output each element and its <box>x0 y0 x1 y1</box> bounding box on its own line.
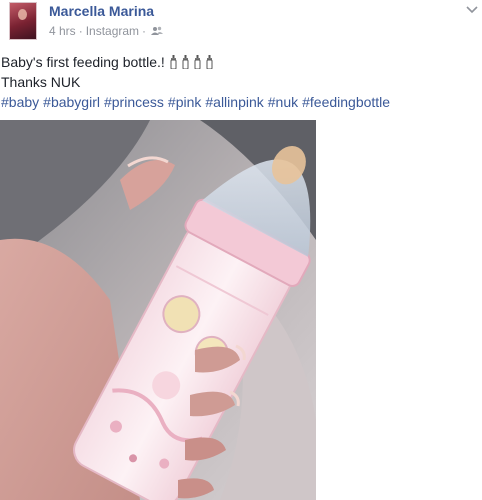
friends-icon[interactable] <box>151 26 164 36</box>
caption-line: Baby's first feeding bottle.! <box>1 52 471 72</box>
caption-thanks: Thanks NUK <box>1 74 81 90</box>
hashtag-link[interactable]: #princess <box>104 94 164 110</box>
post-photo[interactable] <box>0 120 316 500</box>
hashtag-link[interactable]: #baby <box>1 94 39 110</box>
baby-bottle-icon <box>182 55 189 69</box>
feed-post: Marcella Marina 4 hrs · Instagram · Baby… <box>0 0 482 500</box>
post-meta: 4 hrs · Instagram · <box>49 24 164 38</box>
timestamp[interactable]: 4 hrs <box>49 24 76 38</box>
baby-bottle-icon <box>170 55 177 69</box>
post-caption: Baby's first feeding bottle.! Thanks NUK… <box>1 52 471 112</box>
hashtag-link[interactable]: #babygirl <box>43 94 100 110</box>
source-link[interactable]: Instagram <box>86 24 139 38</box>
hashtag-link[interactable]: #feedingbottle <box>302 94 390 110</box>
baby-bottle-icon <box>206 55 213 69</box>
caption-text: Baby's first feeding bottle.! <box>1 54 165 70</box>
hashtag-link[interactable]: #nuk <box>268 94 298 110</box>
meta-separator: · <box>78 24 83 38</box>
emoji-group <box>165 54 213 70</box>
hashtag-list: #baby #babygirl #princess #pink #allinpink #n… <box>1 92 471 112</box>
avatar[interactable] <box>9 2 37 40</box>
meta-separator: · <box>142 24 147 38</box>
chevron-down-icon[interactable] <box>465 4 479 14</box>
photo-image <box>0 120 316 500</box>
author-name[interactable]: Marcella Marina <box>49 3 154 19</box>
hashtag-link[interactable]: #pink <box>168 94 201 110</box>
baby-bottle-icon <box>194 55 201 69</box>
hashtag-link[interactable]: #allinpink <box>205 94 263 110</box>
